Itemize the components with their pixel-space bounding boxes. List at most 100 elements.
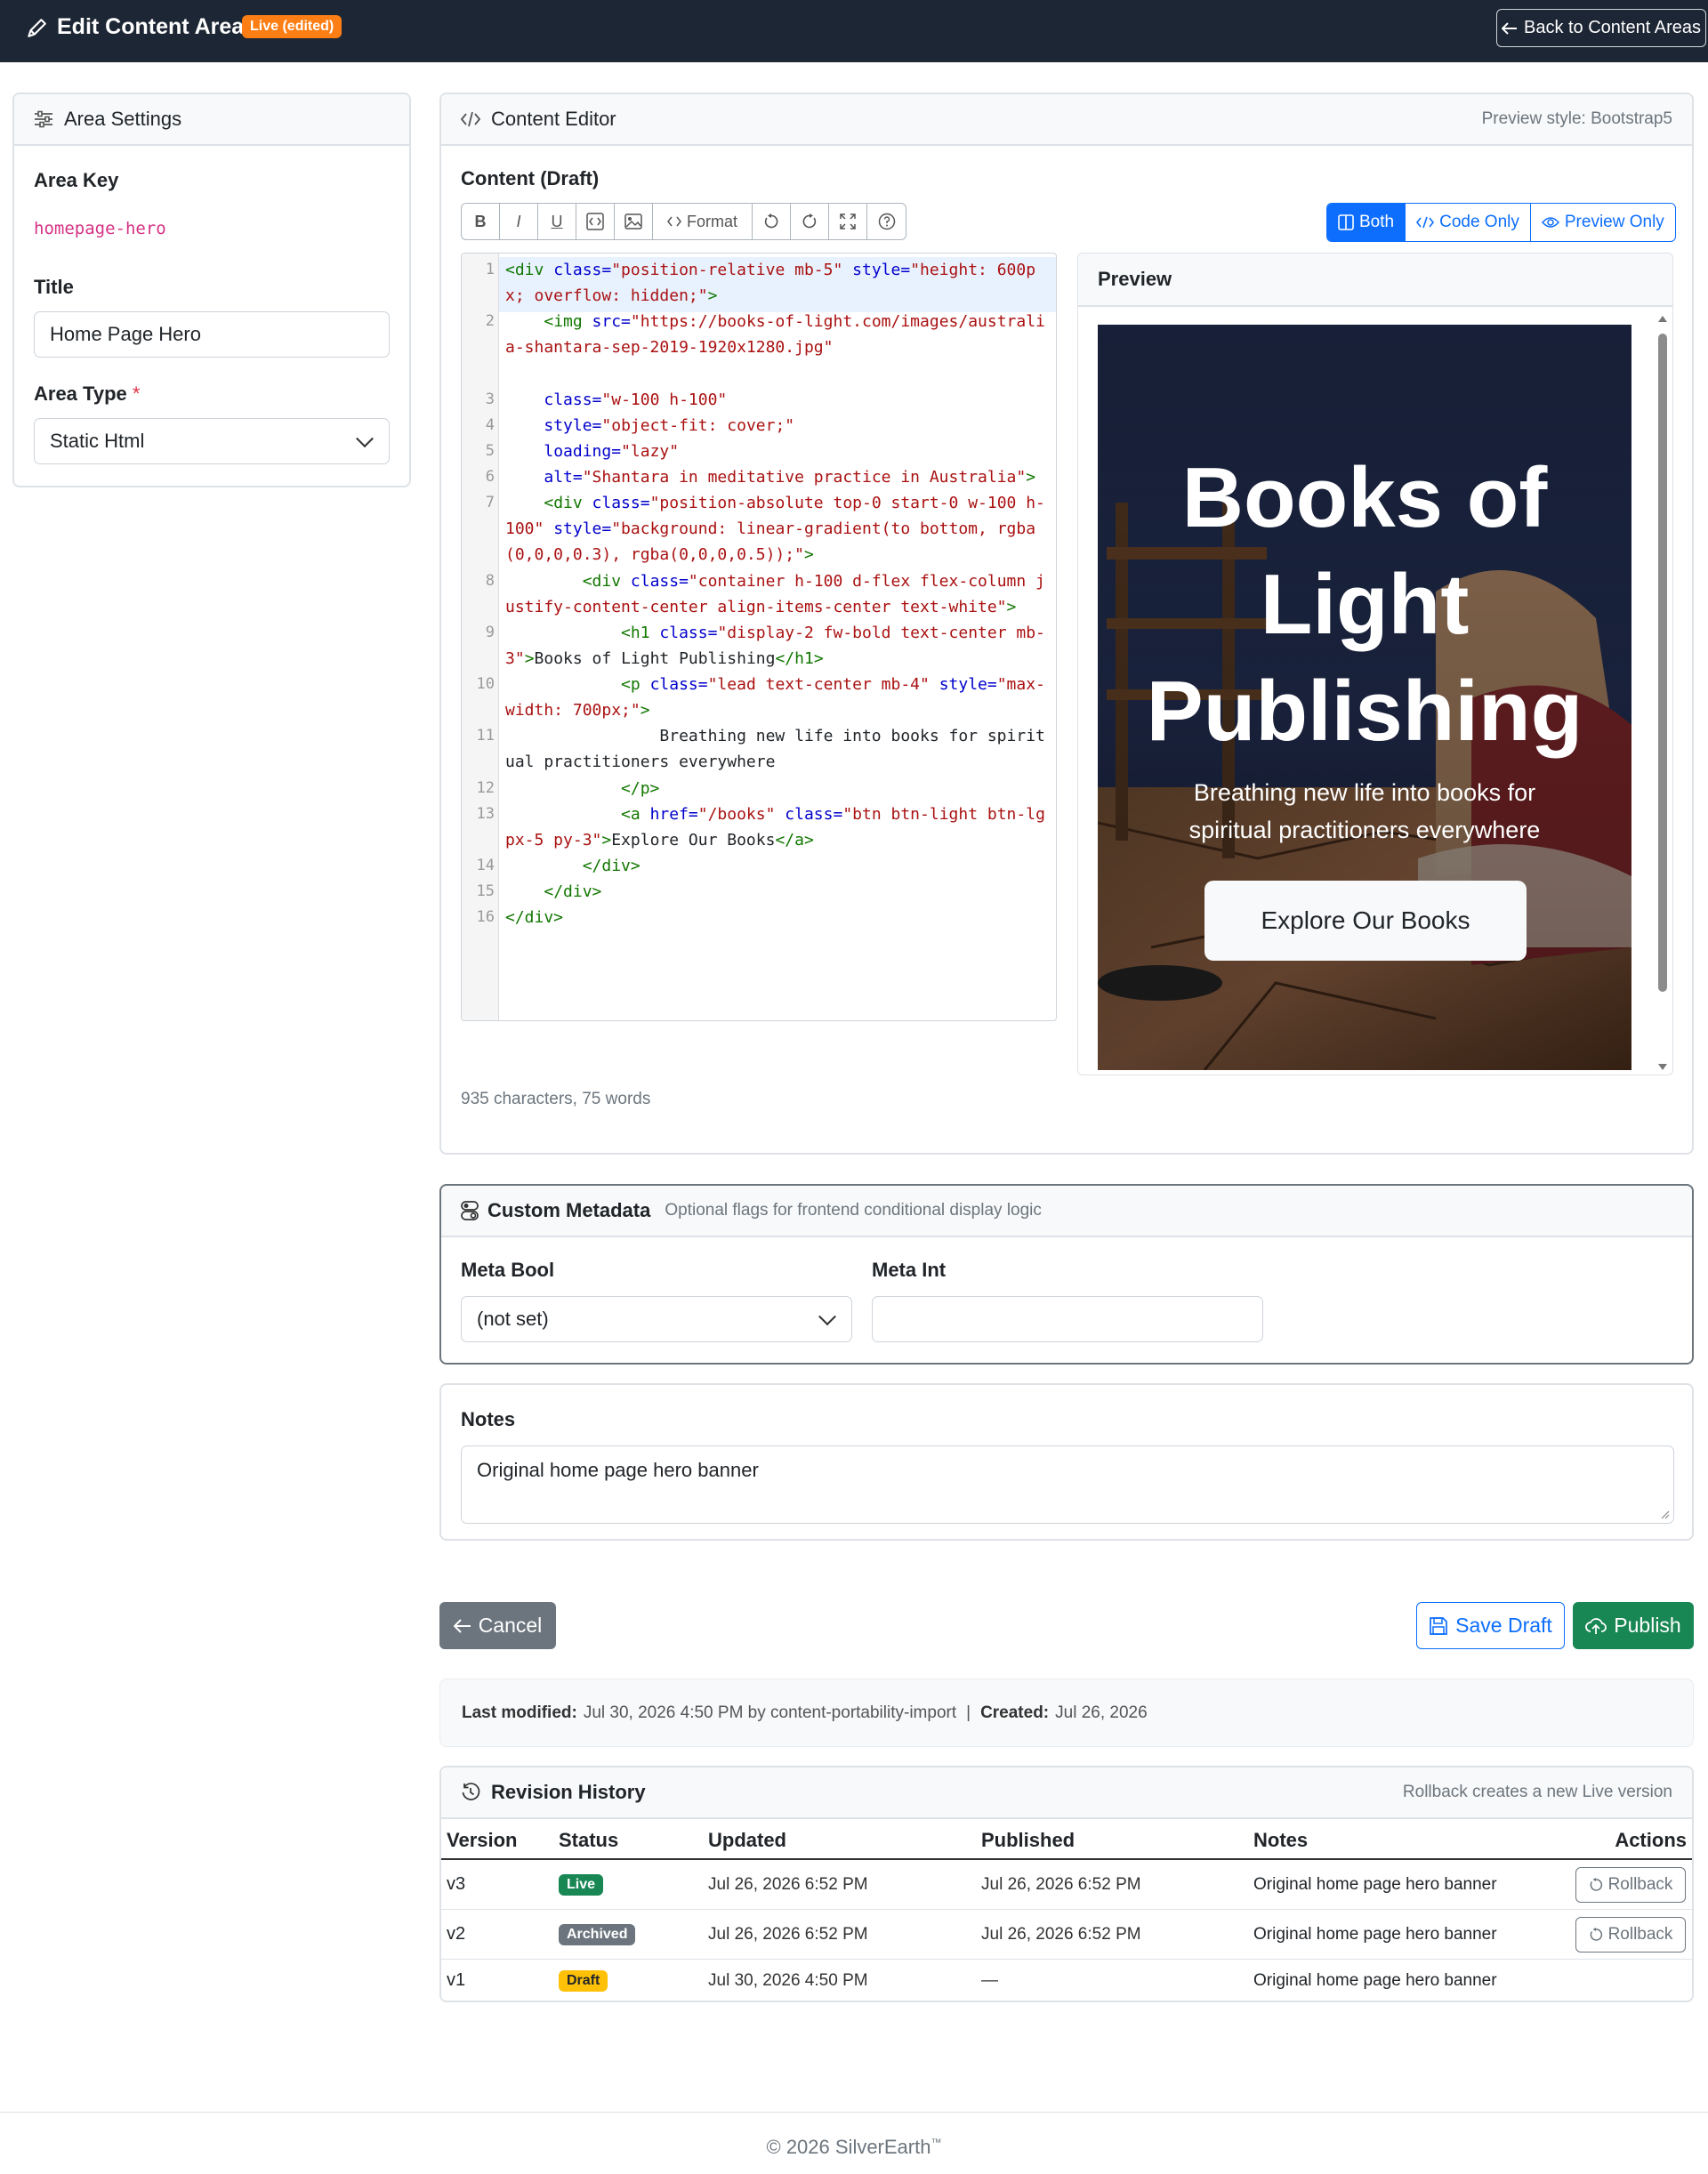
code-icon xyxy=(667,216,681,227)
save-icon xyxy=(1429,1616,1448,1636)
line-number: 8 xyxy=(485,572,495,590)
notes-cell: Original home page hero banner xyxy=(1253,1925,1497,1944)
insert-image-button[interactable] xyxy=(615,204,653,239)
revision-history-header: Revision History Rollback creates a new … xyxy=(441,1767,1692,1819)
bold-button[interactable]: B xyxy=(462,204,500,239)
format-button[interactable]: Format xyxy=(653,204,753,239)
hero-title: Books of Light Publishing xyxy=(1146,450,1583,759)
col-status: Status xyxy=(559,1829,619,1851)
updated-cell: Jul 26, 2026 6:52 PM xyxy=(708,1925,868,1944)
chevron-down-icon xyxy=(356,430,374,448)
clock-history-icon xyxy=(461,1783,480,1802)
updated-cell: Jul 26, 2026 6:52 PM xyxy=(708,1875,868,1894)
chevron-down-icon xyxy=(818,1308,836,1326)
underline-button[interactable]: U xyxy=(538,204,576,239)
fullscreen-icon xyxy=(840,213,856,229)
editor-toolbar: B I U Format xyxy=(461,203,906,240)
notes-cell: Original home page hero banner xyxy=(1253,1875,1497,1894)
view-code-only-button[interactable]: Code Only xyxy=(1406,204,1531,241)
help-button[interactable] xyxy=(867,204,906,239)
help-icon xyxy=(878,213,896,230)
title-label: Title xyxy=(34,276,74,298)
info-separator: | xyxy=(966,1703,971,1722)
italic-glyph: I xyxy=(516,212,521,230)
custom-metadata-card: Custom Metadata Optional flags for front… xyxy=(439,1184,1694,1365)
modified-info-bar: Last modified: Jul 30, 2026 4:50 PM by c… xyxy=(439,1679,1694,1747)
content-editor-header: Content Editor Preview style: Bootstrap5 xyxy=(441,94,1692,146)
area-type-label: Area Type * xyxy=(34,382,140,406)
meta-int-input[interactable] xyxy=(872,1296,1263,1342)
explore-our-books-button[interactable]: Explore Our Books xyxy=(1204,881,1527,961)
code-block-button[interactable] xyxy=(576,204,615,239)
view-both-label: Both xyxy=(1359,213,1395,231)
custom-metadata-subtitle: Optional flags for frontend conditional … xyxy=(665,1201,1042,1220)
hero-lead: Breathing new life into books for spirit… xyxy=(1188,779,1541,843)
table-row: v2 Archived Jul 26, 2026 6:52 PM Jul 26,… xyxy=(441,1910,1692,1960)
line-number: 11 xyxy=(476,727,495,745)
published-cell: — xyxy=(981,1971,998,1990)
view-code-only-label: Code Only xyxy=(1439,213,1519,231)
code-line-12: </p> xyxy=(621,779,660,798)
cancel-button[interactable]: Cancel xyxy=(439,1602,556,1649)
preview-scroll-thumb[interactable] xyxy=(1658,334,1667,992)
notes-textarea[interactable]: Original home page hero banner xyxy=(461,1445,1674,1524)
redo-button[interactable] xyxy=(791,204,829,239)
updated-cell: Jul 30, 2026 4:50 PM xyxy=(708,1971,868,1990)
version-cell: v1 xyxy=(447,1970,466,1990)
code-editor[interactable]: 1 2 3 4 5 6 7 8 9 10 11 12 13 14 15 16 <div class="posi… xyxy=(461,253,1057,1021)
line-number: 1 xyxy=(485,261,495,278)
code-line-2: <img src="https://books-of-light.com/ima… xyxy=(505,312,1045,358)
cancel-label: Cancel xyxy=(478,1614,543,1637)
title-input-value: Home Page Hero xyxy=(50,323,201,345)
meta-int-label: Meta Int xyxy=(872,1259,947,1281)
preview-style-label: Preview style: Bootstrap5 xyxy=(1481,109,1672,128)
pencil-icon xyxy=(25,17,52,44)
fullscreen-button[interactable] xyxy=(829,204,867,239)
back-button-label: Back to Content Areas xyxy=(1523,18,1701,37)
last-modified-value: Jul 30, 2026 4:50 PM by content-portabil… xyxy=(583,1703,957,1722)
area-type-label-text: Area Type xyxy=(34,382,127,405)
save-draft-button[interactable]: Save Draft xyxy=(1416,1602,1565,1649)
rollback-label: Rollback xyxy=(1607,1875,1673,1894)
status-badge: Live xyxy=(559,1874,604,1896)
publish-label: Publish xyxy=(1614,1614,1681,1637)
code-line-4: style="object-fit: cover;" xyxy=(544,416,795,435)
rollback-button[interactable]: Rollback xyxy=(1575,1917,1686,1953)
code-line-9: <h1 class="display-2 fw-bold text-center… xyxy=(505,624,1045,669)
scroll-down-arrow-icon[interactable] xyxy=(1658,1064,1667,1070)
resize-handle-icon[interactable] xyxy=(1661,1510,1670,1519)
code-line-11: Breathing new life into books for spirit… xyxy=(505,727,1045,772)
revision-history-card: Revision History Rollback creates a new … xyxy=(439,1766,1694,2002)
italic-button[interactable]: I xyxy=(500,204,538,239)
meta-bool-select[interactable]: (not set) xyxy=(461,1296,852,1342)
code-line-3: class="w-100 h-100" xyxy=(544,391,728,409)
undo-button[interactable] xyxy=(753,204,791,239)
publish-button[interactable]: Publish xyxy=(1573,1602,1694,1649)
area-key-value: homepage-hero xyxy=(34,219,166,238)
back-to-content-areas-button[interactable]: Back to Content Areas xyxy=(1496,9,1706,47)
view-mode-toggle: Both Code Only Preview Only xyxy=(1326,203,1676,242)
line-number: 10 xyxy=(476,675,495,693)
code-line-16: </div> xyxy=(505,908,564,927)
area-type-select[interactable]: Static Html xyxy=(34,418,390,464)
line-number: 13 xyxy=(476,805,495,823)
top-bar: Edit Content Area Live (edited) Back to … xyxy=(0,0,1708,62)
save-draft-label: Save Draft xyxy=(1455,1614,1552,1637)
line-number: 6 xyxy=(485,468,495,486)
view-preview-only-label: Preview Only xyxy=(1564,213,1664,231)
notes-card: Notes Original home page hero banner xyxy=(439,1383,1694,1541)
code-slash-icon xyxy=(1416,216,1435,229)
line-number: 14 xyxy=(476,857,495,874)
copyright-text: © 2026 SilverEarth xyxy=(766,2136,931,2158)
rollback-button[interactable]: Rollback xyxy=(1575,1867,1686,1903)
view-both-button[interactable]: Both xyxy=(1327,204,1406,241)
title-input[interactable]: Home Page Hero xyxy=(34,311,390,358)
created-label: Created: xyxy=(980,1703,1050,1722)
area-settings-header: Area Settings xyxy=(14,94,409,146)
col-updated: Updated xyxy=(708,1829,786,1851)
col-notes: Notes xyxy=(1253,1829,1309,1851)
col-published: Published xyxy=(981,1829,1076,1851)
bold-glyph: B xyxy=(474,212,487,230)
scroll-up-arrow-icon[interactable] xyxy=(1658,316,1667,322)
view-preview-only-button[interactable]: Preview Only xyxy=(1531,204,1675,241)
